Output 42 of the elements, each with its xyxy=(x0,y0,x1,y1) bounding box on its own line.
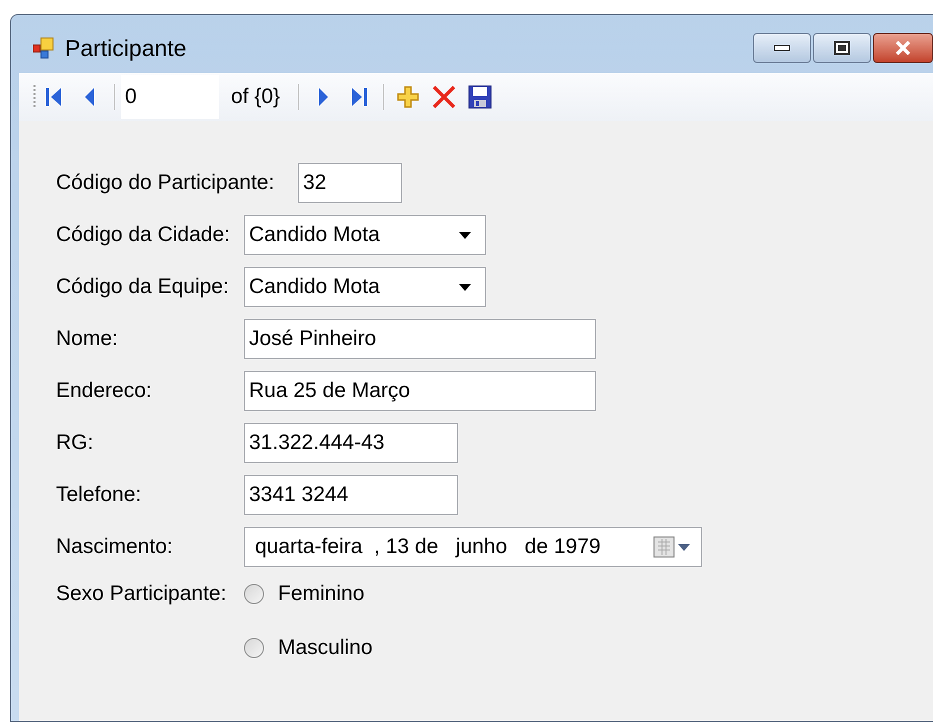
delete-icon xyxy=(432,85,456,109)
maximize-icon xyxy=(834,41,850,55)
form-icon xyxy=(33,37,55,59)
date-picker[interactable]: quarta-feira , 13 de junho de 1979 xyxy=(244,527,702,567)
first-icon xyxy=(46,87,62,107)
text-field[interactable]: 32 xyxy=(298,163,402,203)
minimize-icon xyxy=(774,45,790,51)
field-label: Nascimento: xyxy=(56,534,174,560)
radio-label: Feminino xyxy=(278,581,364,608)
record-count: of {0} xyxy=(230,84,282,110)
position-field[interactable]: 0 xyxy=(121,75,219,119)
window-title: Participante xyxy=(65,34,186,63)
radio-label: Masculino xyxy=(278,635,373,662)
field-label: Nome: xyxy=(56,326,119,352)
dropdown-field[interactable]: Candido Mota xyxy=(244,215,486,255)
previous-icon xyxy=(85,87,95,107)
calendar-dropdown-icon xyxy=(653,536,693,558)
text-field[interactable]: José Pinheiro xyxy=(244,319,596,359)
field-label: Endereco: xyxy=(56,378,153,404)
save-icon xyxy=(468,85,492,109)
maximize-button[interactable] xyxy=(813,33,871,63)
minimize-button[interactable] xyxy=(753,33,811,63)
field-label: Código do Participante: xyxy=(56,170,276,196)
close-icon xyxy=(895,41,911,55)
last-icon xyxy=(351,87,368,107)
dropdown-arrow-icon xyxy=(459,284,471,290)
text-field[interactable]: 31.322.444-43 xyxy=(244,423,458,463)
field-label: Telefone: xyxy=(56,482,142,508)
close-button[interactable] xyxy=(873,33,933,63)
dropdown-arrow-icon xyxy=(459,232,471,238)
text-field[interactable]: Rua 25 de Março xyxy=(244,371,596,411)
text-field[interactable]: 3341 3244 xyxy=(244,475,458,515)
field-label: Código da Equipe: xyxy=(56,274,230,300)
radio-button[interactable] xyxy=(244,638,264,658)
radio-button[interactable] xyxy=(244,584,264,604)
plus-icon xyxy=(397,86,420,108)
toolbar-grip-icon xyxy=(33,84,36,110)
next-icon xyxy=(318,87,328,107)
field-label: RG: xyxy=(56,430,94,456)
field-label: Sexo Participante: xyxy=(56,581,228,608)
field-label: Código da Cidade: xyxy=(56,222,231,248)
dropdown-field[interactable]: Candido Mota xyxy=(244,267,486,307)
